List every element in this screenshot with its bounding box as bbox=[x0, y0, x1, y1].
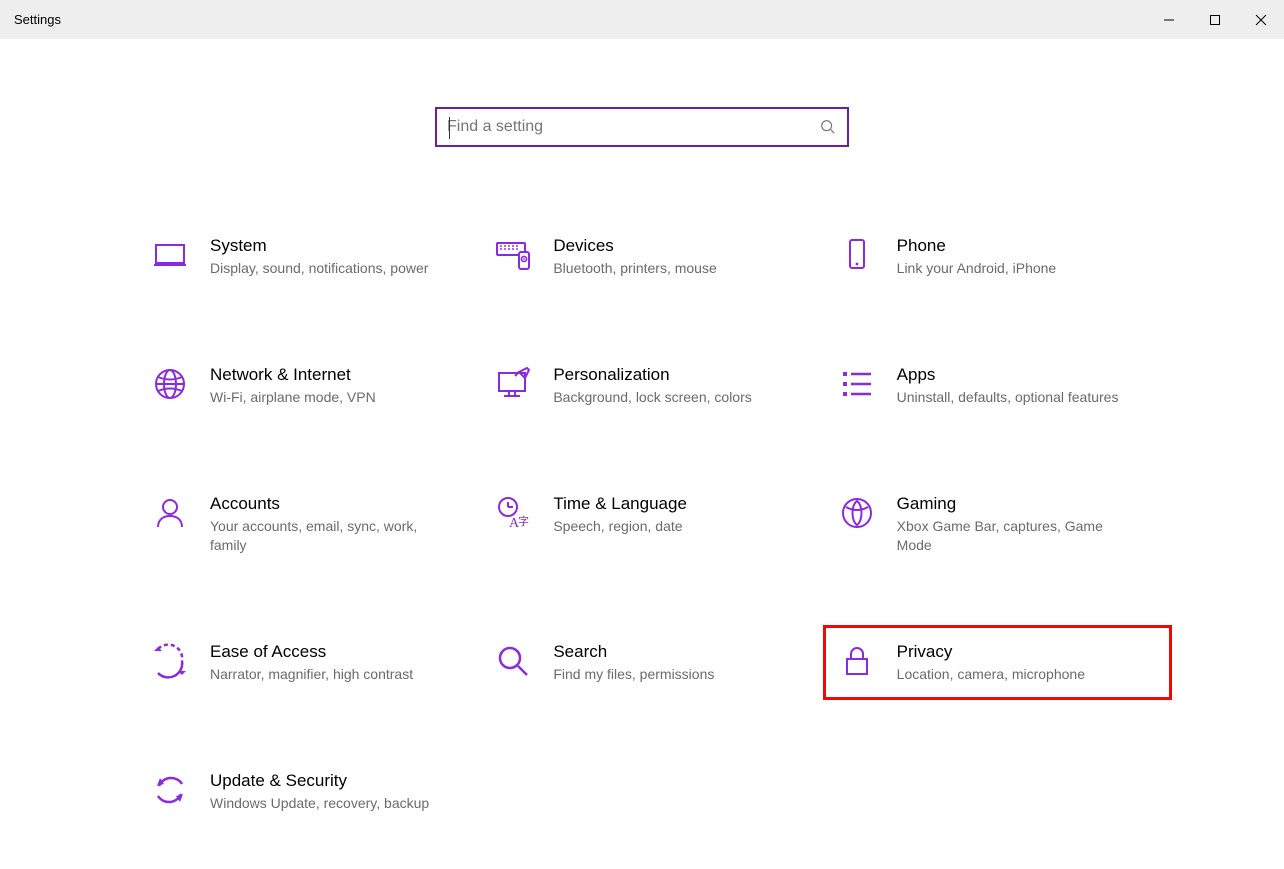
category-title: System bbox=[210, 235, 428, 257]
category-desc: Xbox Game Bar, captures, Game Mode bbox=[897, 517, 1127, 555]
category-gaming[interactable]: Gaming Xbox Game Bar, captures, Game Mod… bbox=[839, 487, 1152, 561]
system-icon bbox=[152, 237, 188, 273]
category-desc: Speech, region, date bbox=[553, 517, 687, 536]
category-desc: Bluetooth, printers, mouse bbox=[553, 259, 716, 278]
accounts-icon bbox=[152, 495, 188, 531]
maximize-button[interactable] bbox=[1192, 0, 1238, 39]
privacy-icon bbox=[839, 643, 875, 679]
window-controls bbox=[1146, 0, 1284, 39]
gaming-icon bbox=[839, 495, 875, 531]
category-title: Devices bbox=[553, 235, 716, 257]
minimize-icon bbox=[1163, 14, 1175, 26]
category-desc: Find my files, permissions bbox=[553, 665, 714, 684]
category-phone[interactable]: Phone Link your Android, iPhone bbox=[839, 229, 1152, 284]
titlebar: Settings bbox=[0, 0, 1284, 39]
category-desc: Background, lock screen, colors bbox=[553, 388, 751, 407]
devices-icon bbox=[495, 237, 531, 273]
personalization-icon bbox=[495, 366, 531, 402]
category-desc: Link your Android, iPhone bbox=[897, 259, 1057, 278]
category-title: Apps bbox=[897, 364, 1119, 386]
category-apps[interactable]: Apps Uninstall, defaults, optional featu… bbox=[839, 358, 1152, 413]
category-desc: Display, sound, notifications, power bbox=[210, 259, 428, 278]
category-time-language[interactable]: A 字 Time & Language Speech, region, date bbox=[495, 487, 808, 561]
close-button[interactable] bbox=[1238, 0, 1284, 39]
window-title: Settings bbox=[14, 12, 61, 27]
category-title: Phone bbox=[897, 235, 1057, 257]
category-title: Ease of Access bbox=[210, 641, 413, 663]
category-title: Network & Internet bbox=[210, 364, 376, 386]
content-area: System Display, sound, notifications, po… bbox=[0, 39, 1284, 819]
ease-of-access-icon bbox=[152, 643, 188, 679]
category-title: Time & Language bbox=[553, 493, 687, 515]
category-devices[interactable]: Devices Bluetooth, printers, mouse bbox=[495, 229, 808, 284]
network-icon bbox=[152, 366, 188, 402]
search-input[interactable] bbox=[447, 118, 819, 136]
search-box[interactable] bbox=[435, 107, 849, 147]
search-icon bbox=[819, 118, 837, 136]
category-title: Privacy bbox=[897, 641, 1085, 663]
category-network[interactable]: Network & Internet Wi-Fi, airplane mode,… bbox=[152, 358, 465, 413]
category-title: Accounts bbox=[210, 493, 440, 515]
category-search[interactable]: Search Find my files, permissions bbox=[495, 635, 808, 690]
category-desc: Location, camera, microphone bbox=[897, 665, 1085, 684]
category-title: Personalization bbox=[553, 364, 751, 386]
category-privacy[interactable]: Privacy Location, camera, microphone bbox=[825, 627, 1170, 698]
time-language-icon: A 字 bbox=[495, 495, 531, 531]
category-title: Search bbox=[553, 641, 714, 663]
update-security-icon bbox=[152, 772, 188, 808]
close-icon bbox=[1255, 14, 1267, 26]
category-system[interactable]: System Display, sound, notifications, po… bbox=[152, 229, 465, 284]
category-accounts[interactable]: Accounts Your accounts, email, sync, wor… bbox=[152, 487, 465, 561]
phone-icon bbox=[839, 237, 875, 273]
category-desc: Narrator, magnifier, high contrast bbox=[210, 665, 413, 684]
categories-grid: System Display, sound, notifications, po… bbox=[132, 229, 1152, 819]
category-title: Update & Security bbox=[210, 770, 429, 792]
category-desc: Your accounts, email, sync, work, family bbox=[210, 517, 440, 555]
search-category-icon bbox=[495, 643, 531, 679]
text-cursor bbox=[449, 117, 450, 139]
minimize-button[interactable] bbox=[1146, 0, 1192, 39]
category-desc: Uninstall, defaults, optional features bbox=[897, 388, 1119, 407]
apps-icon bbox=[839, 366, 875, 402]
category-desc: Wi-Fi, airplane mode, VPN bbox=[210, 388, 376, 407]
maximize-icon bbox=[1209, 14, 1221, 26]
category-desc: Windows Update, recovery, backup bbox=[210, 794, 429, 813]
category-ease-of-access[interactable]: Ease of Access Narrator, magnifier, high… bbox=[152, 635, 465, 690]
category-personalization[interactable]: Personalization Background, lock screen,… bbox=[495, 358, 808, 413]
svg-text:字: 字 bbox=[518, 514, 529, 528]
category-update-security[interactable]: Update & Security Windows Update, recove… bbox=[152, 764, 465, 819]
category-title: Gaming bbox=[897, 493, 1127, 515]
